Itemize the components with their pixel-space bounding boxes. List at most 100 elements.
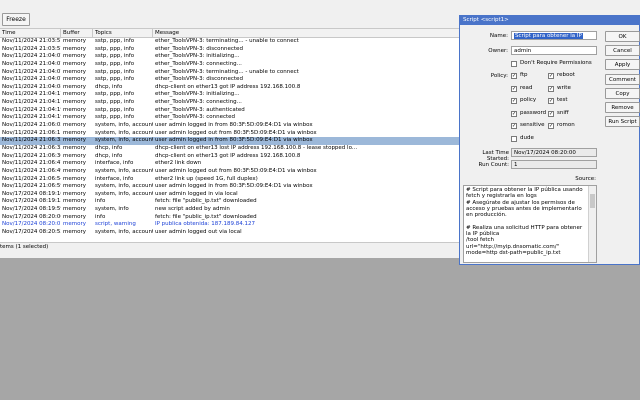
log-topics: system, info, account: [95, 137, 153, 144]
log-time: Nov/11/2024 21:06:47: [2, 160, 61, 167]
log-message: ether_ToolsVPN-3: connected: [155, 114, 236, 121]
source-line: # Realiza una solicitud HTTP para obtene…: [466, 224, 583, 238]
log-message: ether_ToolsVPN-3: authenticated: [155, 106, 245, 113]
log-topics: system, info, account: [95, 190, 153, 197]
policy-sniff-label: sniff: [557, 109, 569, 116]
log-message: ether_ToolsVPN-3: disconnected: [155, 45, 243, 52]
log-message: ether_ToolsVPN-3: terminating... - unabl…: [155, 38, 299, 44]
no-permissions-checkbox[interactable]: [511, 61, 517, 67]
policy-reboot-label: reboot: [557, 72, 575, 78]
policy-policy-label: policy: [520, 97, 537, 103]
log-message: IP publica obtenida: 187.189.84.127: [155, 221, 255, 228]
log-topics: interface, info: [95, 175, 134, 182]
log-topics: system, info, account: [95, 183, 153, 190]
log-message: fetch: file "public_ip.txt" downloaded: [155, 213, 257, 220]
log-buffer: memory: [63, 221, 86, 228]
column-header-time[interactable]: Time: [0, 29, 61, 38]
policy-ftp-label: ftp: [520, 72, 528, 78]
log-time: Nov/17/2024 08:19:59: [2, 206, 61, 213]
policy-dude-checkbox[interactable]: [511, 135, 517, 142]
log-time: Nov/11/2024 21:04:07: [2, 53, 61, 60]
policy-policy-checkbox[interactable]: ✓: [511, 98, 517, 104]
log-topics: system, info, account: [95, 129, 153, 136]
log-topics: sstp, ppp, info: [95, 60, 135, 67]
source-line: /tool fetch url="http://myip.dnsomatic.c…: [466, 237, 561, 256]
log-message: ether_ToolsVPN-3: initializing...: [155, 91, 240, 98]
policy-test-checkbox[interactable]: ✓: [548, 98, 554, 104]
log-time: Nov/11/2024 21:03:57: [2, 38, 61, 44]
run-count-label: Run Count:: [478, 162, 509, 168]
log-buffer: memory: [63, 83, 86, 90]
log-message: user admin logged in via local: [155, 190, 238, 197]
log-topics: system, info, account: [95, 229, 153, 236]
policy-sniff-checkbox[interactable]: ✓: [548, 110, 554, 117]
column-header-topics[interactable]: Topics: [93, 29, 153, 38]
log-time: Nov/11/2024 21:04:07: [2, 76, 61, 83]
copy-button[interactable]: Copy: [605, 88, 640, 99]
log-time: Nov/11/2024 21:04:07: [2, 60, 61, 67]
cancel-button[interactable]: Cancel: [605, 45, 640, 56]
log-topics: sstp, ppp, info: [95, 45, 135, 52]
log-topics: sstp, ppp, info: [95, 106, 135, 113]
log-buffer: memory: [63, 175, 86, 182]
log-message: ether_ToolsVPN-3: terminating... - unabl…: [155, 68, 299, 75]
log-buffer: memory: [63, 106, 86, 113]
policy-password-label: password: [520, 109, 547, 116]
log-time: Nov/17/2024 08:20:00: [2, 213, 61, 220]
source-text: # Script para obtener la IP pública usan…: [466, 187, 586, 256]
log-buffer: memory: [63, 114, 86, 121]
log-topics: system, info: [95, 206, 129, 213]
log-buffer: memory: [63, 122, 86, 129]
log-message: user admin logged out via local: [155, 229, 242, 236]
log-time: Nov/11/2024 21:04:19: [2, 106, 61, 113]
source-line: # Script para obtener la IP pública usan…: [466, 187, 583, 200]
log-time: Nov/11/2024 21:06:36: [2, 152, 61, 159]
log-buffer: memory: [63, 144, 86, 151]
freeze-button[interactable]: Freeze: [2, 13, 30, 26]
log-buffer: memory: [63, 91, 86, 98]
remove-button[interactable]: Remove: [605, 102, 640, 113]
policy-password-checkbox[interactable]: ✓: [511, 110, 517, 117]
column-header-buffer[interactable]: Buffer: [61, 29, 93, 38]
log-time: Nov/17/2024 08:19:13: [2, 198, 61, 205]
policy-reboot-checkbox[interactable]: ✓: [548, 73, 554, 79]
log-time: Nov/17/2024 08:20:01: [2, 221, 61, 228]
log-topics: sstp, ppp, info: [95, 53, 135, 60]
log-topics: dhcp, info: [95, 152, 123, 159]
log-time: Nov/11/2024 21:06:35: [2, 144, 61, 151]
log-buffer: memory: [63, 198, 86, 205]
owner-field[interactable]: admin: [511, 46, 597, 55]
policy-read-checkbox[interactable]: ✓: [511, 85, 517, 92]
log-time: Nov/11/2024 21:06:11: [2, 129, 61, 136]
policy-sensitive-checkbox[interactable]: ✓: [511, 123, 517, 129]
ok-button[interactable]: OK: [605, 31, 640, 42]
log-time: Nov/11/2024 21:03:57: [2, 45, 61, 52]
log-topics: script, warning: [95, 221, 136, 228]
policy-ftp-checkbox[interactable]: ✓: [511, 73, 517, 79]
log-time: Nov/11/2024 21:06:05: [2, 122, 61, 129]
run-script-button[interactable]: Run Script: [605, 116, 640, 127]
policy-write-checkbox[interactable]: ✓: [548, 85, 554, 92]
source-scroll-thumb[interactable]: [590, 194, 595, 208]
comment-button[interactable]: Comment: [605, 74, 640, 85]
policy-romon-checkbox[interactable]: ✓: [548, 123, 554, 129]
log-topics: system, info, account: [95, 122, 153, 129]
source-editor[interactable]: # Script para obtener la IP pública usan…: [463, 185, 597, 263]
log-topics: system, info, account: [95, 167, 153, 174]
log-buffer: memory: [63, 213, 86, 220]
name-field[interactable]: Script para obtener la IP: [511, 31, 597, 40]
policy-read-label: read: [520, 84, 533, 91]
policy-test-label: test: [557, 97, 568, 103]
log-topics: interface, info: [95, 160, 134, 167]
log-buffer: memory: [63, 183, 86, 190]
log-time: Nov/11/2024 21:04:17: [2, 99, 61, 106]
log-topics: sstp, ppp, info: [95, 68, 135, 75]
log-message: ether_ToolsVPN-3: initializing...: [155, 53, 240, 60]
dialog-title[interactable]: Script <script1>: [460, 16, 639, 25]
source-scrollbar[interactable]: [588, 186, 596, 262]
log-topics: sstp, ppp, info: [95, 99, 135, 106]
log-topics: info: [95, 213, 106, 220]
apply-button[interactable]: Apply: [605, 59, 640, 70]
log-buffer: memory: [63, 229, 86, 236]
no-permissions-label: Don't Require Permissions: [520, 60, 592, 66]
